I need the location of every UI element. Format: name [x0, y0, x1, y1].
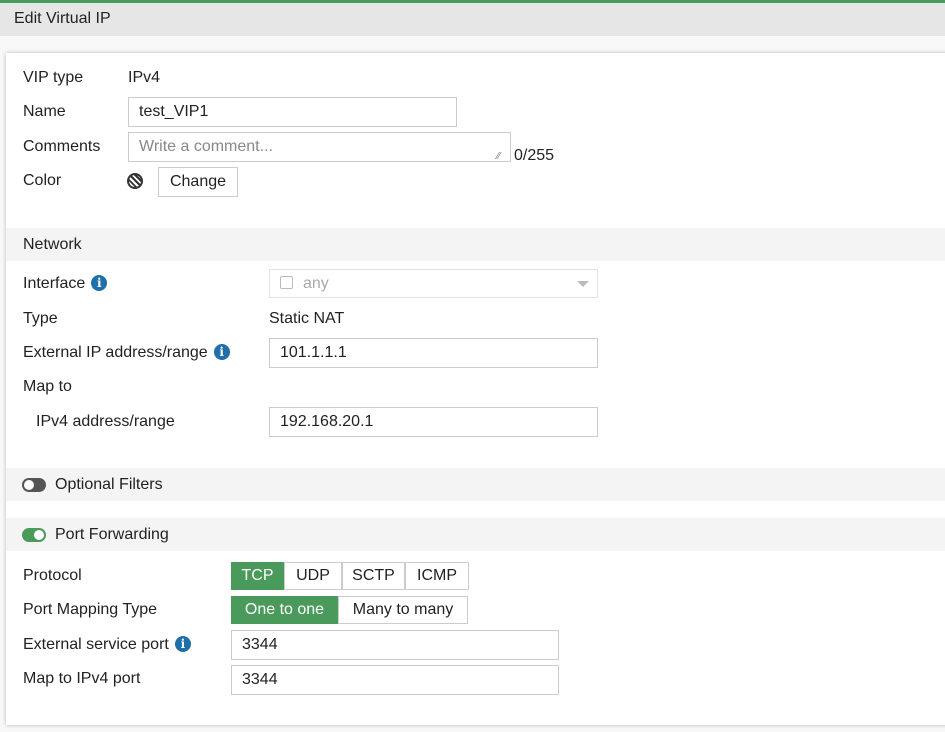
protocol-tcp-button[interactable]: TCP	[231, 562, 284, 590]
map-port-label: Map to IPv4 port	[23, 670, 141, 687]
interface-select[interactable]: any	[269, 269, 598, 298]
name-input[interactable]: test_VIP1	[128, 97, 457, 127]
port-forwarding-header: Port Forwarding	[6, 518, 945, 551]
map-to-label: Map to	[23, 378, 72, 395]
port-forwarding-title: Port Forwarding	[55, 526, 169, 543]
vip-type-value: IPv4	[128, 69, 161, 86]
network-section-header: Network	[6, 228, 945, 261]
checkbox-icon	[280, 276, 293, 289]
interface-label-text: Interface	[23, 275, 86, 292]
color-label: Color	[23, 172, 62, 189]
external-ip-input[interactable]: 101.1.1.1	[269, 338, 598, 368]
interface-label: Interface i	[23, 274, 108, 294]
type-label: Type	[23, 310, 58, 327]
comments-textarea[interactable]: Write a comment...	[128, 132, 511, 162]
info-icon[interactable]: i	[91, 275, 108, 291]
optional-filters-toggle[interactable]	[22, 478, 46, 492]
external-port-label-text: External service port	[23, 636, 169, 653]
protocol-udp-button[interactable]: UDP	[284, 562, 342, 590]
change-color-button[interactable]: Change	[158, 167, 238, 197]
mapping-one-to-one-button[interactable]: One to one	[231, 596, 338, 624]
protocol-label: Protocol	[23, 567, 82, 584]
external-ip-label: External IP address/range i	[23, 343, 230, 363]
resize-handle-icon[interactable]: ⁄⁄	[497, 147, 500, 167]
port-mapping-label: Port Mapping Type	[23, 601, 158, 618]
page-title: Edit Virtual IP	[0, 3, 945, 36]
chevron-down-icon	[577, 281, 589, 293]
optional-filters-title: Optional Filters	[55, 476, 163, 493]
name-label: Name	[23, 103, 66, 120]
port-forwarding-toggle[interactable]	[22, 528, 46, 542]
info-icon[interactable]: i	[213, 344, 230, 360]
mapping-many-to-many-button[interactable]: Many to many	[338, 596, 468, 624]
ipv4-range-label: IPv4 address/range	[36, 413, 175, 430]
ipv4-range-input[interactable]: 192.168.20.1	[269, 407, 598, 437]
protocol-sctp-button[interactable]: SCTP	[342, 562, 405, 590]
protocol-icmp-button[interactable]: ICMP	[405, 562, 469, 590]
map-port-input[interactable]: 3344	[231, 665, 559, 695]
external-ip-label-text: External IP address/range	[23, 344, 208, 361]
interface-value: any	[303, 275, 329, 292]
comments-label: Comments	[23, 138, 101, 155]
optional-filters-header: Optional Filters	[6, 468, 945, 501]
external-port-label: External service port i	[23, 635, 191, 655]
info-icon[interactable]: i	[174, 636, 191, 652]
type-value: Static NAT	[269, 310, 345, 327]
external-port-input[interactable]: 3344	[231, 630, 559, 660]
vip-type-label: VIP type	[23, 69, 84, 86]
comments-count: 0/255	[514, 147, 555, 164]
color-swatch-icon	[127, 173, 143, 189]
